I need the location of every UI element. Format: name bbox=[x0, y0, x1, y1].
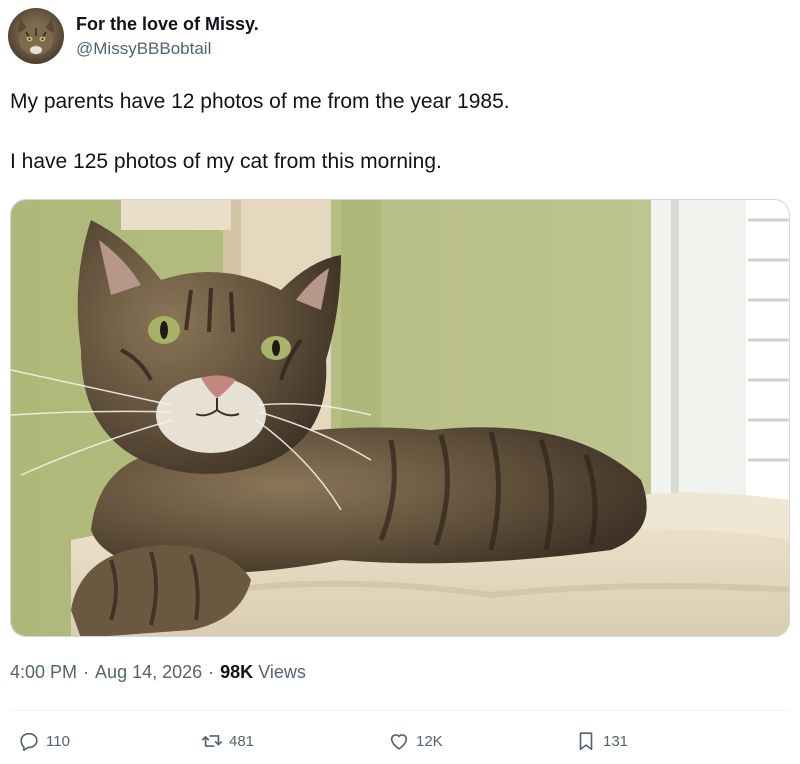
user-handle[interactable]: @MissyBBBobtail bbox=[76, 38, 259, 60]
bookmark-icon bbox=[579, 732, 593, 751]
reply-icon bbox=[20, 732, 38, 751]
avatar[interactable] bbox=[8, 8, 64, 64]
divider bbox=[10, 710, 790, 711]
like-button[interactable]: 12K bbox=[388, 730, 443, 752]
tweet-header: For the love of Missy. @MissyBBBobtail bbox=[8, 6, 259, 66]
author-names: For the love of Missy. @MissyBBBobtail bbox=[76, 13, 259, 60]
separator-dot: · bbox=[208, 662, 215, 682]
reply-count: 110 bbox=[46, 732, 70, 750]
tweet-paragraph: My parents have 12 photos of me from the… bbox=[10, 90, 510, 113]
cat-photo-icon bbox=[11, 200, 789, 636]
retweet-button[interactable]: 481 bbox=[201, 730, 254, 752]
views-label: Views bbox=[258, 662, 306, 682]
tweet-text: My parents have 12 photos of me from the… bbox=[10, 88, 790, 176]
tweet-time[interactable]: 4:00 PM bbox=[10, 662, 77, 682]
cat-avatar-icon bbox=[18, 18, 54, 55]
retweet-count: 481 bbox=[229, 732, 255, 750]
reply-button[interactable]: 110 bbox=[18, 730, 70, 752]
retweet-icon bbox=[202, 735, 222, 747]
heart-icon bbox=[390, 734, 408, 750]
views-count: 98K bbox=[220, 662, 254, 682]
separator-dot: · bbox=[83, 662, 90, 682]
bookmark-count: 131 bbox=[603, 732, 629, 750]
tweet-date[interactable]: Aug 14, 2026 bbox=[95, 662, 202, 682]
action-bar: 110 481 12K 131 bbox=[18, 730, 788, 758]
tweet-meta: 4:00 PM · Aug 14, 2026 · 98K Views bbox=[10, 662, 306, 683]
bookmark-button[interactable]: 131 bbox=[575, 730, 628, 752]
like-count: 12K bbox=[416, 732, 443, 750]
tweet-paragraph: I have 125 photos of my cat from this mo… bbox=[10, 150, 442, 173]
tweet-photo[interactable] bbox=[10, 199, 790, 637]
display-name[interactable]: For the love of Missy. bbox=[76, 13, 259, 35]
